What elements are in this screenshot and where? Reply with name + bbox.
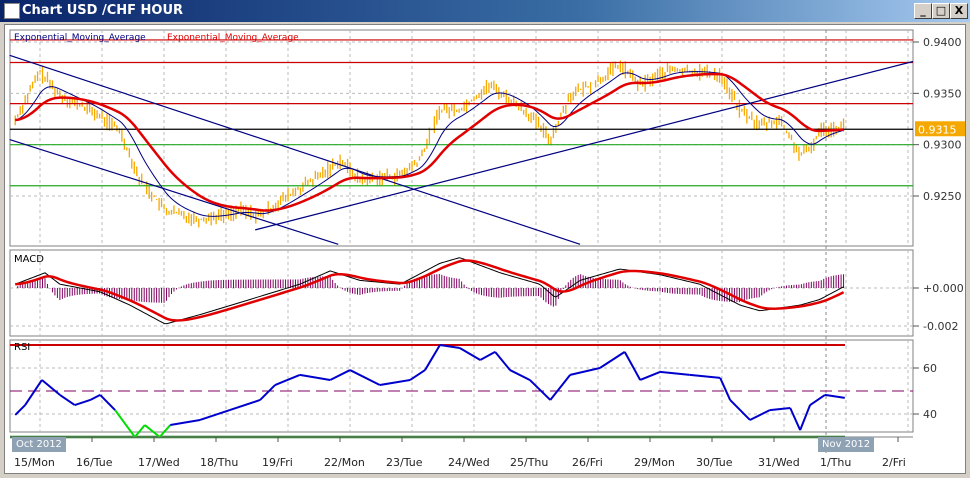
y-tick-label: +0.000 bbox=[923, 282, 964, 295]
y-tick-label: 0.9400 bbox=[923, 36, 962, 49]
x-tick-label-6: 23/Tue bbox=[386, 456, 423, 469]
chart-canvas[interactable]: 0.9400 0.9350 0.9300 0.9250 +0.000 -0.002 60 40… bbox=[0, 0, 970, 478]
x-tick-label-13: 1/Thu bbox=[820, 456, 851, 469]
legend-ema-fast: Exponential_Moving_Average bbox=[14, 33, 146, 43]
y-tick-label: 0.9300 bbox=[923, 139, 962, 152]
x-tick-label-9: 26/Fri bbox=[572, 456, 603, 469]
x-tick-label-12: 31/Wed bbox=[758, 456, 800, 469]
x-tick-label-10: 29/Mon bbox=[634, 456, 675, 469]
month-tag-nov: Nov 2012 bbox=[818, 437, 875, 452]
x-tick-label-14: 2/Fri bbox=[882, 456, 906, 469]
x-tick-label-5: 22/Mon bbox=[324, 456, 365, 469]
y-tick-label: -0.002 bbox=[923, 320, 958, 333]
y-tick-label: 0.9350 bbox=[923, 87, 962, 100]
x-tick-label-3: 18/Thu bbox=[200, 456, 238, 469]
current-price-label: 0.9315 bbox=[918, 123, 957, 136]
y-tick-label: 0.9250 bbox=[923, 190, 962, 203]
x-tick-label-11: 30/Tue bbox=[696, 456, 733, 469]
y-tick-label: 40 bbox=[923, 408, 937, 421]
rsi-title: RSI bbox=[14, 342, 30, 353]
x-tick-label-1: 16/Tue bbox=[76, 456, 113, 469]
macd-title: MACD bbox=[14, 254, 44, 265]
x-tick-label-8: 25/Thu bbox=[510, 456, 548, 469]
legend-ema-slow: Exponential_Moving_Average bbox=[167, 33, 299, 43]
panel-1 bbox=[9, 249, 914, 337]
x-tick-label-2: 17/Wed bbox=[138, 456, 180, 469]
month-tag-oct: Oct 2012 bbox=[12, 437, 66, 452]
y-tick-label: 60 bbox=[923, 362, 937, 375]
panel-2 bbox=[9, 339, 914, 433]
x-tick-label-7: 24/Wed bbox=[448, 456, 490, 469]
x-tick-label-4: 19/Fri bbox=[262, 456, 293, 469]
x-tick-label-0: 15/Mon bbox=[14, 456, 55, 469]
